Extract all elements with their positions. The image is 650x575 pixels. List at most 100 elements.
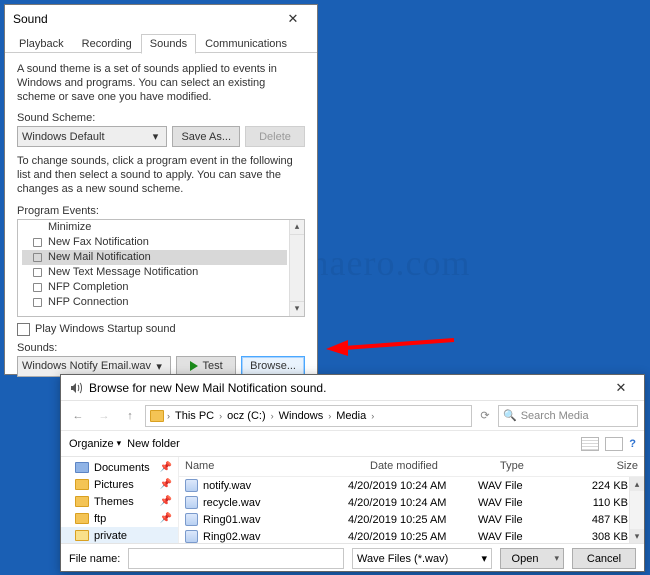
scheme-combo[interactable]: Windows Default ▾ [17, 126, 167, 147]
refresh-button[interactable]: ⟳ [476, 405, 494, 427]
chevron-down-icon: ▾ [117, 438, 122, 449]
nav-item[interactable]: private [61, 527, 178, 543]
folder-icon [75, 479, 89, 490]
scroll-up-icon[interactable]: ▴ [289, 220, 304, 235]
scheme-label: Sound Scheme: [17, 112, 305, 124]
file-close-button[interactable]: ✕ [601, 375, 641, 401]
program-event-item[interactable]: NFP Connection [22, 295, 287, 310]
filename-input[interactable] [128, 548, 344, 569]
save-as-button[interactable]: Save As... [172, 126, 240, 147]
nav-item[interactable]: Pictures 📌 [61, 476, 178, 493]
startup-sound-checkbox[interactable] [17, 323, 30, 336]
sound-dialog: Sound ✕ PlaybackRecordingSoundsCommunica… [4, 4, 318, 375]
col-name[interactable]: Name [179, 457, 364, 476]
program-event-item[interactable]: NFP Completion [22, 280, 287, 295]
breadcrumb-segment[interactable]: Media [334, 410, 368, 422]
nav-item-label: private [94, 530, 127, 542]
file-scrollbar[interactable]: ▴ ▾ [629, 477, 644, 543]
view-details-button[interactable] [605, 437, 623, 451]
program-event-item[interactable]: New Mail Notification [22, 250, 287, 265]
file-title: Browse for new New Mail Notification sou… [89, 381, 601, 395]
event-icon [33, 283, 42, 292]
speaker-icon [69, 381, 83, 395]
program-event-item[interactable]: Minimize [22, 220, 287, 235]
file-type: WAV File [478, 480, 558, 492]
file-type: WAV File [478, 531, 558, 543]
column-headers[interactable]: Name Date modified Type Size [179, 457, 644, 477]
chevron-right-icon: › [328, 411, 331, 421]
open-button[interactable]: Open [500, 548, 564, 569]
pin-icon: 📌 [160, 479, 172, 490]
file-size: 487 KB [558, 514, 628, 526]
filter-value: Wave Files (*.wav) [357, 553, 448, 565]
sound-title: Sound [13, 12, 273, 26]
file-type: WAV File [478, 514, 558, 526]
event-label: Minimize [48, 221, 91, 233]
tab-communications[interactable]: Communications [196, 34, 296, 54]
nav-item-label: Documents [94, 462, 150, 474]
test-label: Test [203, 360, 223, 372]
scroll-down-icon[interactable]: ▾ [630, 529, 644, 543]
scroll-down-icon[interactable]: ▾ [289, 301, 304, 316]
filetype-filter[interactable]: Wave Files (*.wav) ▾ [352, 548, 492, 569]
file-row[interactable]: recycle.wav4/20/2019 10:24 AMWAV File110… [179, 494, 644, 511]
nav-pane[interactable]: Documents📌Pictures📌Themes📌ftp📌privateScr… [61, 457, 179, 543]
nav-up-button[interactable]: ↑ [119, 405, 141, 427]
new-folder-button[interactable]: New folder [127, 438, 180, 450]
scroll-track[interactable] [289, 235, 304, 301]
close-button[interactable]: ✕ [273, 6, 313, 32]
tab-recording[interactable]: Recording [73, 34, 141, 54]
help-button[interactable]: ? [629, 438, 636, 450]
events-listbox[interactable]: Minimize New Fax NotificationNew Mail Not… [17, 219, 305, 317]
tab-sounds[interactable]: Sounds [141, 34, 196, 54]
organize-menu[interactable]: Organize ▾ [69, 438, 121, 450]
pin-icon: 📌 [160, 496, 172, 507]
tab-playback[interactable]: Playback [10, 34, 73, 54]
cancel-button[interactable]: Cancel [572, 548, 636, 569]
event-label: New Text Message Notification [48, 266, 198, 278]
col-size[interactable]: Size [574, 457, 644, 476]
col-type[interactable]: Type [494, 457, 574, 476]
event-label: NFP Completion [48, 281, 129, 293]
delete-button: Delete [245, 126, 305, 147]
search-input[interactable]: 🔍 Search Media [498, 405, 638, 427]
view-large-button[interactable] [581, 437, 599, 451]
file-row[interactable]: Ring01.wav4/20/2019 10:25 AMWAV File487 … [179, 511, 644, 528]
breadcrumb-segment[interactable]: This PC [173, 410, 216, 422]
event-label: New Mail Notification [48, 251, 151, 263]
breadcrumb-segment[interactable]: ocz (C:) [225, 410, 268, 422]
file-name: Ring01.wav [203, 514, 260, 526]
help-text: To change sounds, click a program event … [17, 155, 305, 196]
theme-description: A sound theme is a set of sounds applied… [17, 63, 305, 104]
nav-item[interactable]: Documents📌 [61, 459, 178, 476]
nav-item[interactable]: ftp 📌 [61, 510, 178, 527]
nav-forward-button: → [93, 405, 115, 427]
file-row[interactable]: Ring02.wav4/20/2019 10:25 AMWAV File308 … [179, 528, 644, 543]
file-titlebar: Browse for new New Mail Notification sou… [61, 375, 644, 401]
nav-item-label: ftp [94, 513, 106, 525]
folder-icon [75, 530, 89, 541]
file-date: 4/20/2019 10:24 AM [348, 497, 478, 509]
file-rows[interactable]: notify.wav4/20/2019 10:24 AMWAV File224 … [179, 477, 644, 543]
chevron-down-icon: ▾ [148, 130, 162, 143]
file-footer: File name: Wave Files (*.wav) ▾ Open Can… [61, 543, 644, 573]
event-icon [33, 253, 42, 262]
program-event-item[interactable]: New Text Message Notification [22, 265, 287, 280]
scroll-up-icon[interactable]: ▴ [630, 477, 644, 491]
program-event-item[interactable]: New Fax Notification [22, 235, 287, 250]
col-date[interactable]: Date modified [364, 457, 494, 476]
sound-tabs: PlaybackRecordingSoundsCommunications [5, 33, 317, 53]
breadcrumb-bar[interactable]: ›This PC›ocz (C:)›Windows›Media› [145, 405, 472, 427]
breadcrumb-segment[interactable]: Windows [277, 410, 326, 422]
nav-item[interactable]: Themes 📌 [61, 493, 178, 510]
nav-item-label: Themes [94, 496, 134, 508]
file-row[interactable]: notify.wav4/20/2019 10:24 AMWAV File224 … [179, 477, 644, 494]
chevron-right-icon: › [167, 411, 170, 421]
chevron-right-icon: › [271, 411, 274, 421]
scheme-value: Windows Default [22, 131, 105, 143]
sounds-label: Sounds: [17, 342, 305, 354]
event-icon [33, 238, 42, 247]
nav-back-button[interactable]: ← [67, 405, 89, 427]
nav-item-label: Pictures [94, 479, 134, 491]
pin-icon: 📌 [160, 513, 172, 524]
